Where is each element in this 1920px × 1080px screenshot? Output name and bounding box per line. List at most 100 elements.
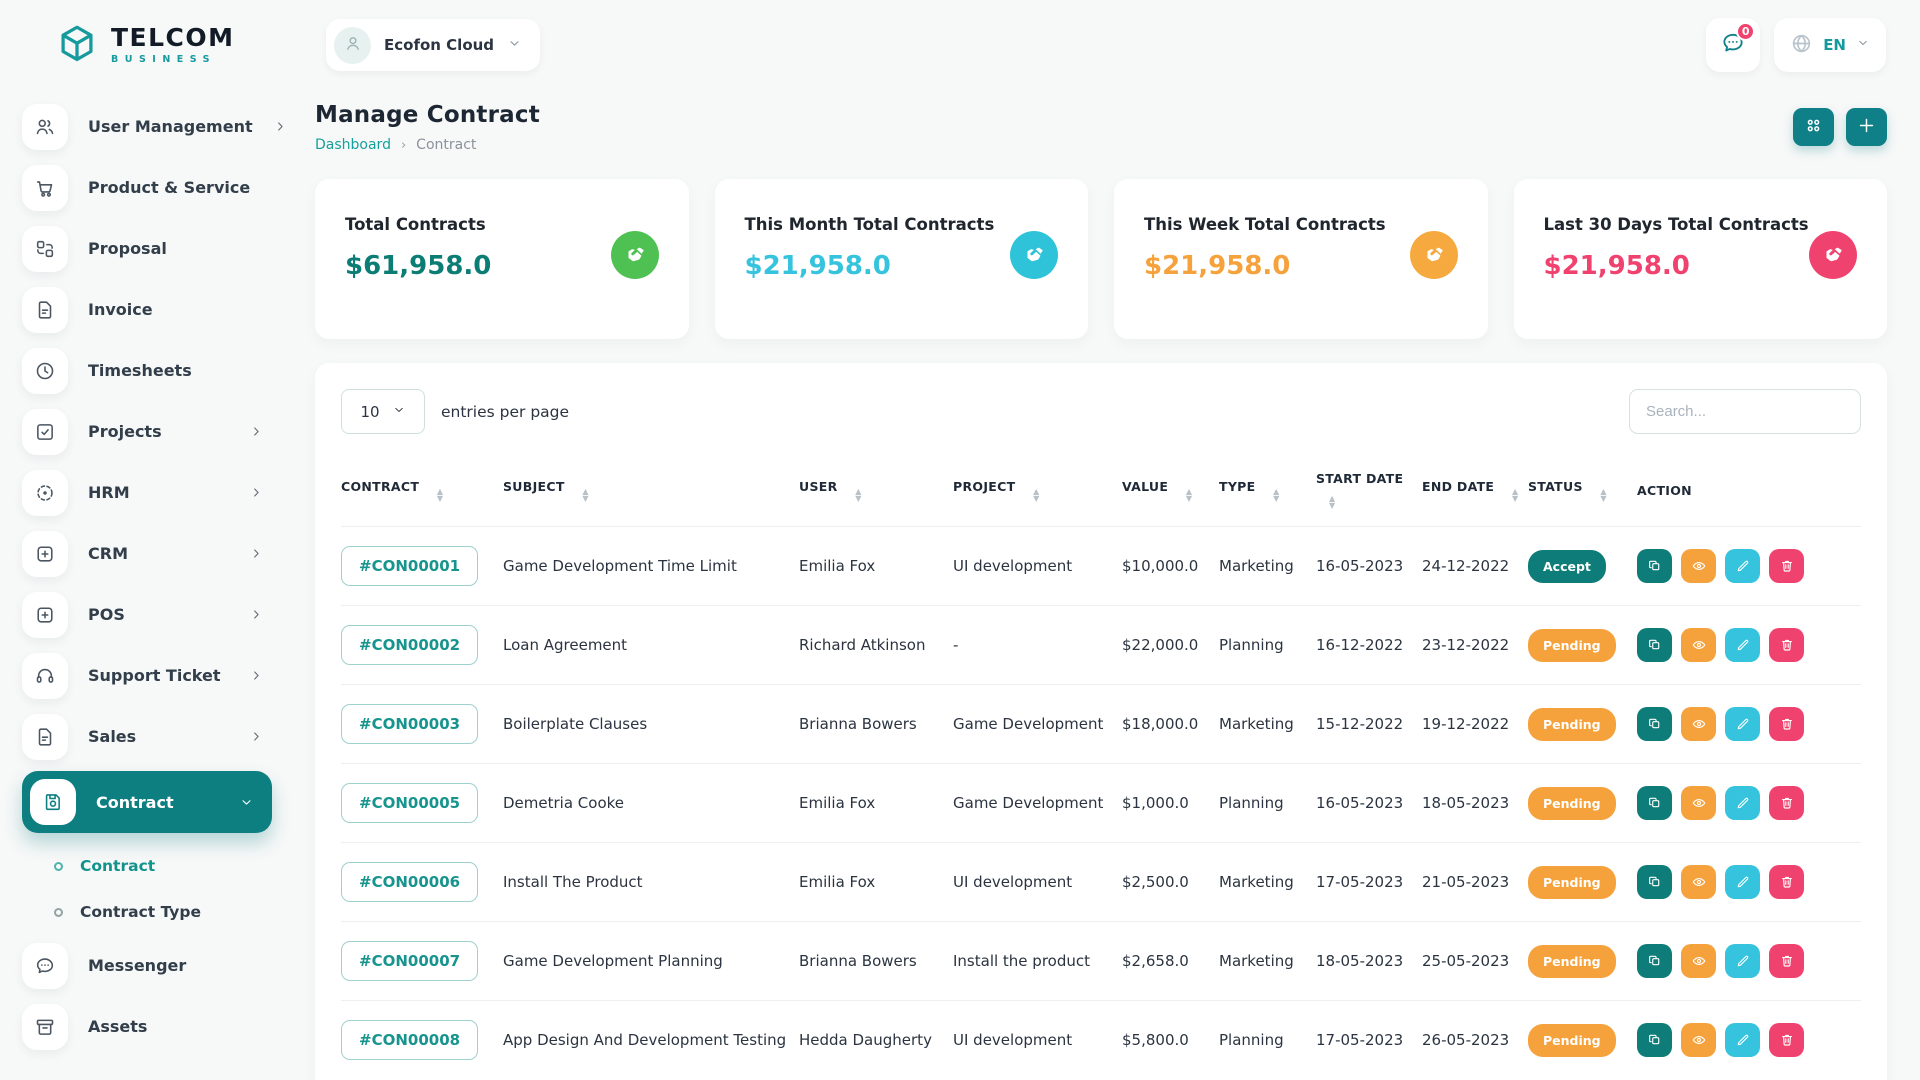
chevron-right-icon [273, 119, 288, 134]
sidebar-item-crm[interactable]: CRM [22, 523, 272, 584]
view-button[interactable] [1681, 549, 1716, 583]
sort-icon[interactable]: ▲▼ [1273, 488, 1279, 502]
contract-id-badge[interactable]: #CON00007 [341, 941, 478, 981]
sidebar-item-pos[interactable]: POS [22, 584, 272, 645]
column-header-end-date[interactable]: END DATE ▲▼ [1422, 456, 1528, 527]
copy-button[interactable] [1637, 549, 1672, 583]
column-header-type[interactable]: TYPE ▲▼ [1219, 456, 1316, 527]
entries-per-page-select[interactable]: 10 [341, 389, 425, 434]
avatar [334, 27, 371, 64]
save-icon [42, 791, 64, 813]
sort-icon[interactable]: ▲▼ [1186, 488, 1192, 502]
sidebar-item-product-service[interactable]: Product & Service [22, 157, 272, 218]
cell-user: Brianna Bowers [799, 922, 953, 1001]
copy-button[interactable] [1637, 1023, 1672, 1057]
chevron-right-icon [249, 424, 264, 439]
sort-icon[interactable]: ▲▼ [437, 488, 443, 502]
edit-button[interactable] [1725, 865, 1760, 899]
sidebar-item-support-ticket[interactable]: Support Ticket [22, 645, 272, 706]
delete-button[interactable] [1769, 628, 1804, 662]
delete-button[interactable] [1769, 549, 1804, 583]
sidebar-subitem-contract-type[interactable]: Contract Type [22, 889, 290, 935]
sidebar-item-assets[interactable]: Assets [22, 996, 272, 1057]
column-header-contract[interactable]: CONTRACT ▲▼ [341, 456, 503, 527]
column-header-subject[interactable]: SUBJECT ▲▼ [503, 456, 799, 527]
clock-icon [34, 360, 56, 382]
breadcrumb-dashboard[interactable]: Dashboard [315, 137, 391, 153]
sidebar-item-user-management[interactable]: User Management [22, 96, 272, 157]
cell-subject: Game Development Planning [503, 922, 799, 1001]
sidebar-item-proposal[interactable]: Proposal [22, 218, 272, 279]
copy-button[interactable] [1637, 628, 1672, 662]
view-button[interactable] [1681, 1023, 1716, 1057]
contract-id-badge[interactable]: #CON00005 [341, 783, 478, 823]
contract-id-badge[interactable]: #CON00002 [341, 625, 478, 665]
sidebar-item-invoice[interactable]: Invoice [22, 279, 272, 340]
search-input[interactable] [1629, 389, 1861, 434]
copy-button[interactable] [1637, 944, 1672, 978]
edit-button[interactable] [1725, 628, 1760, 662]
sidebar-item-label: Sales [88, 727, 229, 746]
sidebar-item-timesheets[interactable]: Timesheets [22, 340, 272, 401]
delete-button[interactable] [1769, 707, 1804, 741]
delete-button[interactable] [1769, 786, 1804, 820]
sort-icon[interactable]: ▲▼ [582, 488, 588, 502]
sidebar-item-label: Projects [88, 422, 229, 441]
column-label: TYPE [1219, 479, 1255, 494]
edit-button[interactable] [1725, 944, 1760, 978]
column-header-status[interactable]: STATUS ▲▼ [1528, 456, 1637, 527]
copy-button[interactable] [1637, 707, 1672, 741]
sidebar-item-hrm[interactable]: HRM [22, 462, 272, 523]
message-icon-box [22, 943, 68, 989]
delete-button[interactable] [1769, 1023, 1804, 1057]
language-selector[interactable]: EN [1774, 18, 1886, 72]
sidebar-item-contract-active[interactable]: Contract [22, 771, 272, 833]
add-contract-button[interactable] [1846, 108, 1887, 146]
view-button[interactable] [1681, 786, 1716, 820]
column-header-project[interactable]: PROJECT ▲▼ [953, 456, 1122, 527]
contract-id-badge[interactable]: #CON00001 [341, 546, 478, 586]
view-button[interactable] [1681, 707, 1716, 741]
copy-button[interactable] [1637, 865, 1672, 899]
sort-icon[interactable]: ▲▼ [1329, 495, 1335, 509]
contract-id-badge[interactable]: #CON00003 [341, 704, 478, 744]
copy-icon [1647, 953, 1663, 969]
brand-logo[interactable]: TELCOM BUSINESS [0, 22, 290, 68]
workspace-selector[interactable]: Ecofon Cloud [326, 19, 540, 71]
contract-id-badge[interactable]: #CON00006 [341, 862, 478, 902]
sidebar-item-sales[interactable]: Sales [22, 706, 272, 767]
messages-button[interactable]: 0 [1706, 18, 1760, 72]
delete-button[interactable] [1769, 865, 1804, 899]
chevron-down-icon [392, 403, 406, 417]
cell-value: $5,800.0 [1122, 1001, 1219, 1080]
sort-icon[interactable]: ▲▼ [1512, 488, 1518, 502]
cell-project: Install the product [953, 922, 1122, 1001]
chevron-right-icon [249, 729, 264, 744]
sort-icon[interactable]: ▲▼ [1033, 488, 1039, 502]
column-header-start-date[interactable]: START DATE ▲▼ [1316, 456, 1422, 527]
contract-id-badge[interactable]: #CON00008 [341, 1020, 478, 1060]
view-button[interactable] [1681, 628, 1716, 662]
breadcrumb: Dashboard › Contract [315, 137, 540, 153]
sort-icon[interactable]: ▲▼ [855, 488, 861, 502]
edit-button[interactable] [1725, 1023, 1760, 1057]
column-header-value[interactable]: VALUE ▲▼ [1122, 456, 1219, 527]
edit-button[interactable] [1725, 707, 1760, 741]
view-button[interactable] [1681, 865, 1716, 899]
sidebar-item-projects[interactable]: Projects [22, 401, 272, 462]
sidebar-subitem-contract[interactable]: Contract [22, 843, 290, 889]
column-header-user[interactable]: USER ▲▼ [799, 456, 953, 527]
target-icon [34, 482, 56, 504]
delete-button[interactable] [1769, 944, 1804, 978]
cell-start-date: 17-05-2023 [1316, 1001, 1422, 1080]
sidebar-item-messenger[interactable]: Messenger [22, 935, 272, 996]
grid-view-button[interactable] [1793, 108, 1834, 146]
trash-icon [1779, 874, 1795, 890]
chevron-right-icon [249, 546, 264, 561]
edit-button[interactable] [1725, 549, 1760, 583]
edit-button[interactable] [1725, 786, 1760, 820]
copy-button[interactable] [1637, 786, 1672, 820]
view-button[interactable] [1681, 944, 1716, 978]
copy-icon [1647, 637, 1663, 653]
sort-icon[interactable]: ▲▼ [1600, 488, 1606, 502]
